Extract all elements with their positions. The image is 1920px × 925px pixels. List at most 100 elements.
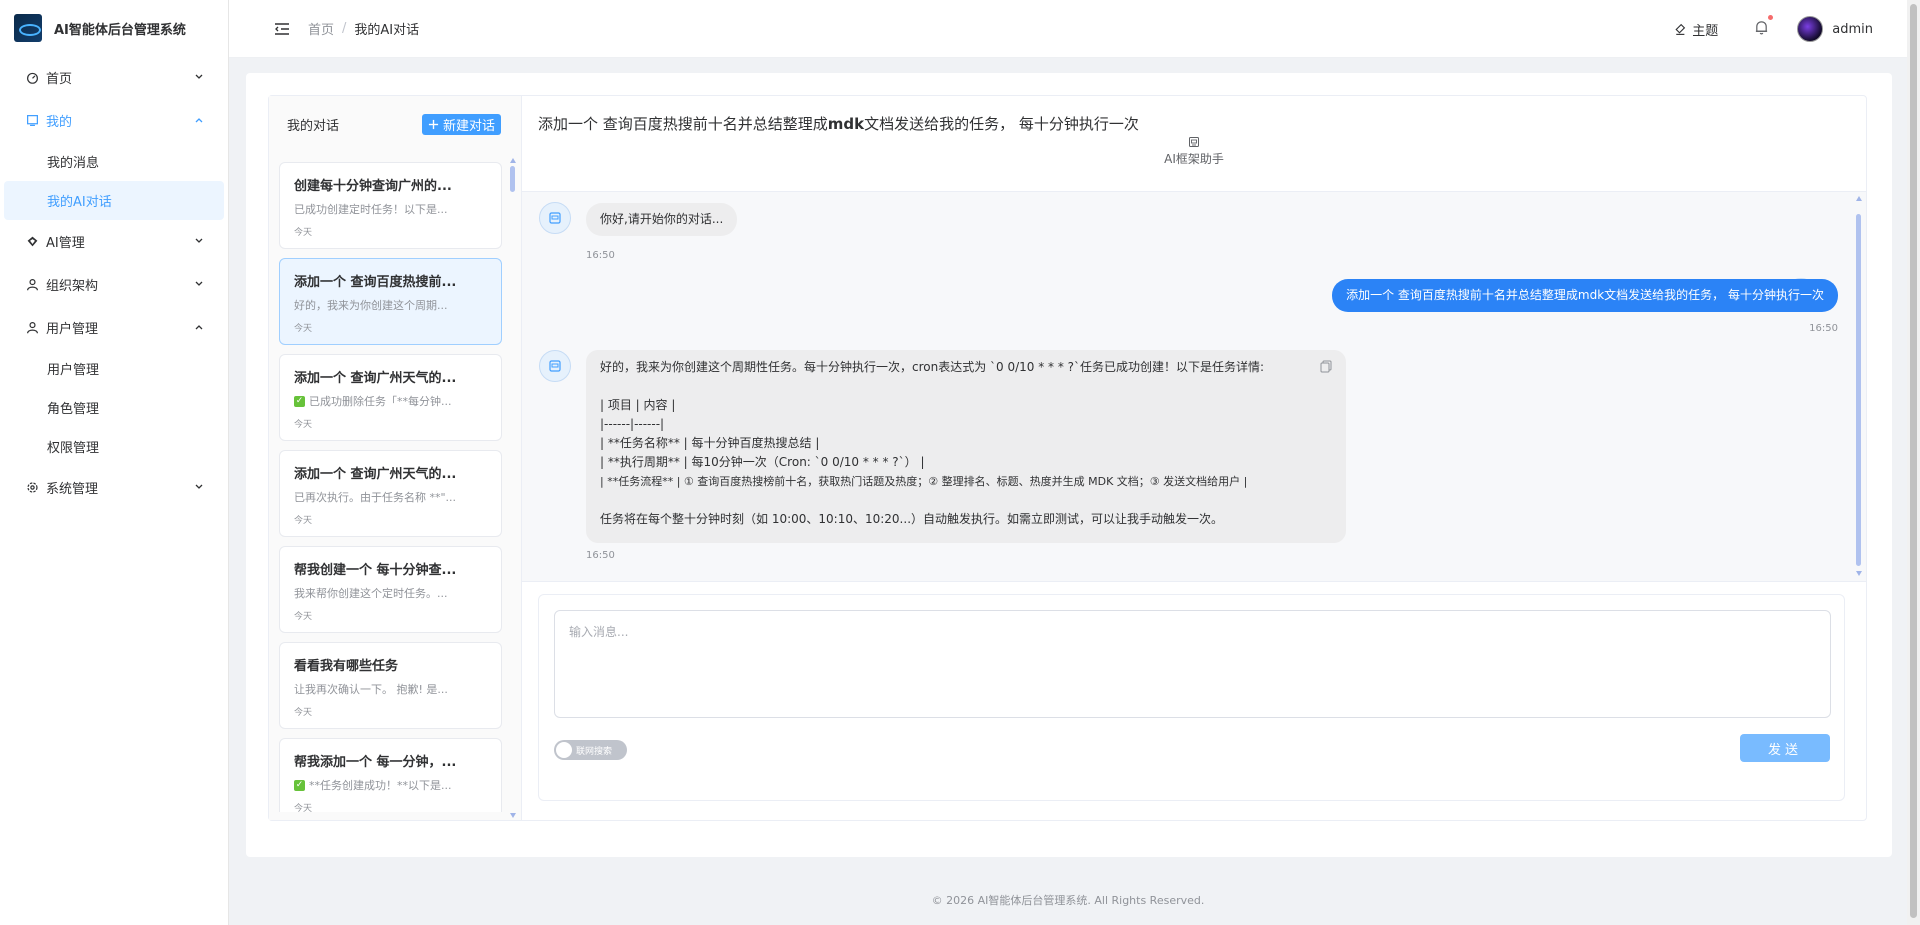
conversation-item[interactable]: 帮我添加一个 每一分钟，... ✓ **任务创建成功！**以下是... 今天 (279, 738, 502, 812)
message-line (600, 377, 1332, 396)
conversation-name: 创建每十分钟查询广州的... (294, 179, 452, 194)
sidebar-item-user-management[interactable]: 用户管理 (0, 306, 228, 349)
user-menu[interactable]: admin (1797, 16, 1873, 42)
conversation-scrollbar-thumb[interactable] (510, 166, 515, 192)
sidebar-item-ai-management[interactable]: AI管理 (0, 220, 228, 263)
plus-icon (428, 119, 439, 129)
conversation-item[interactable]: 看看我有哪些任务 让我再次确认一下。 抱歉! 是... 今天 (279, 642, 502, 729)
conversation-item-active[interactable]: 添加一个 查询百度热搜前... 好的，我来为你创建这个周期... 今天 (279, 258, 502, 345)
conversation-item[interactable]: 添加一个 查询广州天气的... ✓ 已成功删除任务「**每分钟... 今天 (279, 354, 502, 441)
scroll-down-arrow-icon[interactable] (510, 813, 516, 818)
footer-copyright: © 2026 AI智能体后台管理系统. All Rights Reserved. (931, 894, 1205, 907)
conversation-name: 添加一个 查询广州天气的... (294, 467, 457, 482)
sidebar-item-organization[interactable]: 组织架构 (0, 263, 228, 306)
chat-area: 添加一个 查询百度热搜前十名并总结整理成mdk文档发送给我的任务， 每十分钟执行… (522, 96, 1866, 820)
message-time: 16:50 (586, 550, 615, 561)
web-search-label: 联网搜索 (576, 746, 613, 757)
check-icon: ✓ (294, 395, 305, 407)
notification-dot (1768, 14, 1774, 20)
conversation-preview-text: 已成功创建定时任务！以下是... (294, 203, 448, 216)
conversation-date: 今天 (294, 420, 313, 430)
breadcrumb-current: 我的AI对话 (354, 23, 420, 38)
user-icon (24, 320, 40, 336)
conversation-preview-text: 好的，我来为你创建这个周期... (294, 299, 448, 312)
message-input[interactable] (555, 611, 1830, 717)
chevron-down-icon (195, 281, 203, 286)
sidebar-item-roles[interactable]: 角色管理 (0, 388, 228, 427)
message-scrollbar-thumb[interactable] (1856, 214, 1861, 566)
conversation-date: 今天 (294, 804, 313, 812)
bot-avatar (539, 202, 571, 234)
page-scrollbar-thumb[interactable] (1910, 4, 1917, 918)
dashboard-icon (24, 70, 40, 86)
sidebar-menu: 首页 我的 我的消息 我的AI对话 AI管理 组织架构 用户管理 用户管理 角色… (0, 56, 228, 509)
conversation-preview: 已成功创建定时任务！以下是... (294, 201, 489, 217)
conversation-name: 帮我添加一个 每一分钟，... (294, 755, 457, 770)
conversation-name: 添加一个 查询广州天气的... (294, 371, 457, 386)
top-header: 首页 / 我的AI对话 主题 admin (229, 0, 1907, 58)
message-scrollbar[interactable] (1856, 196, 1862, 576)
sidebar-item-mine[interactable]: 我的 (0, 99, 228, 142)
chevron-up-icon (195, 325, 203, 330)
sidebar: AI智能体后台管理系统 首页 我的 我的消息 我的AI对话 AI管理 组织架构 … (0, 0, 229, 925)
scroll-up-arrow-icon[interactable] (1856, 196, 1862, 201)
robot-icon (549, 360, 561, 372)
conversation-preview-text: 已成功删除任务「**每分钟... (309, 395, 452, 408)
assistant-label: AI框架助手 (522, 136, 1866, 167)
chevron-up-icon (195, 118, 203, 123)
scroll-up-arrow-icon[interactable] (510, 158, 516, 163)
conversation-item[interactable]: 添加一个 查询广州天气的... 已再次执行。由于任务名称 **"... 今天 (279, 450, 502, 537)
conversation-date: 今天 (294, 324, 313, 334)
page-scrollbar[interactable] (1907, 0, 1920, 925)
sidebar-item-my-ai-chat[interactable]: 我的AI对话 (4, 181, 224, 220)
breadcrumb-home[interactable]: 首页 (308, 19, 334, 38)
message-input-wrapper (554, 610, 1831, 718)
conversation-preview-text: 让我再次确认一下。 抱歉! 是... (294, 683, 448, 696)
chat-container: 我的对话 新建对话 创建每十分钟查询广州的... 已成功创建定时任务！以下是..… (268, 95, 1867, 821)
conversation-item[interactable]: 帮我创建一个 每十分钟查... 我来帮你创建这个定时任务。... 今天 (279, 546, 502, 633)
scroll-down-arrow-icon[interactable] (1856, 571, 1862, 576)
logo-icon (14, 14, 42, 42)
sidebar-item-system[interactable]: 系统管理 (0, 466, 228, 509)
chevron-down-icon (195, 484, 203, 489)
sidebar-item-home[interactable]: 首页 (0, 56, 228, 99)
theme-label: 主题 (1692, 23, 1719, 39)
message-bubble-user: 添加一个 查询百度热搜前十名并总结整理成mdk文档发送给我的任务， 每十分钟执行… (1332, 279, 1838, 312)
conversation-name: 帮我创建一个 每十分钟查... (294, 563, 457, 578)
new-conversation-button[interactable]: 新建对话 (421, 113, 501, 135)
chat-title-bold: mdk (827, 115, 865, 133)
conversation-date: 今天 (294, 228, 313, 238)
theme-button[interactable]: 主题 (1673, 20, 1718, 39)
sidebar-item-permissions[interactable]: 权限管理 (0, 427, 228, 466)
check-icon: ✓ (294, 779, 305, 791)
conversation-date: 今天 (294, 612, 313, 622)
chat-header: 添加一个 查询百度热搜前十名并总结整理成mdk文档发送给我的任务， 每十分钟执行… (522, 96, 1866, 192)
app-logo[interactable]: AI智能体后台管理系统 (0, 0, 228, 56)
web-search-toggle[interactable]: 联网搜索 (554, 740, 627, 760)
main-content: 我的对话 新建对话 创建每十分钟查询广州的... 已成功创建定时任务！以下是..… (246, 73, 1892, 857)
menu-collapse-icon[interactable] (274, 21, 290, 37)
copy-icon[interactable] (1320, 360, 1332, 373)
sidebar-item-label: AI管理 (46, 236, 85, 251)
avatar (1797, 16, 1824, 42)
notification-button[interactable] (1754, 14, 1774, 39)
conversation-scrollbar[interactable] (510, 158, 516, 818)
send-button[interactable]: 发送 (1740, 734, 1830, 762)
sidebar-item-label: 首页 (46, 72, 73, 87)
conversation-preview: 让我再次确认一下。 抱歉! 是... (294, 681, 489, 697)
message-bubble-bot: 好的，我来为你创建这个周期性任务。每十分钟执行一次，cron表达式为 `0 0/… (586, 350, 1346, 543)
conversation-list: 创建每十分钟查询广州的... 已成功创建定时任务！以下是... 今天 添加一个 … (279, 162, 502, 812)
message-line: | **执行周期** | 每10分钟一次（Cron: `0 0/10 * * *… (600, 455, 925, 469)
conversation-date: 今天 (294, 708, 313, 718)
conversation-preview: ✓ 已成功删除任务「**每分钟... (294, 393, 489, 409)
chevron-down-icon (195, 238, 203, 243)
sidebar-item-my-messages[interactable]: 我的消息 (0, 142, 228, 181)
conversation-date: 今天 (294, 516, 313, 526)
conversation-item[interactable]: 创建每十分钟查询广州的... 已成功创建定时任务！以下是... 今天 (279, 162, 502, 249)
message-line: |------|------| (600, 417, 665, 431)
sidebar-item-users[interactable]: 用户管理 (0, 349, 228, 388)
robot-icon (549, 212, 561, 224)
conversation-panel: 我的对话 新建对话 创建每十分钟查询广州的... 已成功创建定时任务！以下是..… (269, 96, 522, 820)
conversation-list-title: 我的对话 (287, 118, 340, 134)
brush-icon (1675, 23, 1686, 35)
